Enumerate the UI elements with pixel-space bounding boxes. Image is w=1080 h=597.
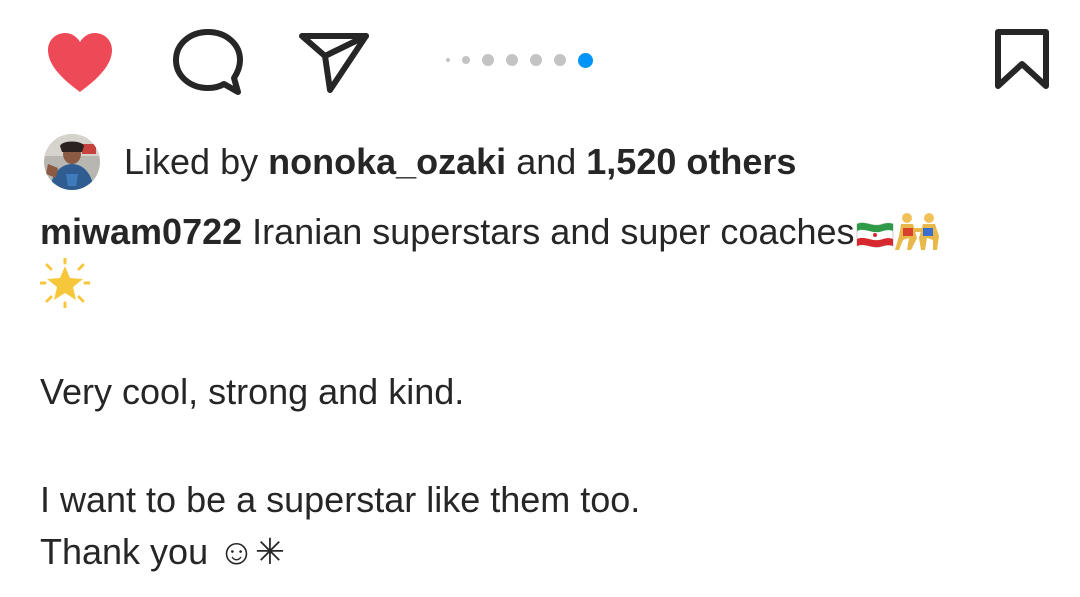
likes-prefix: Liked by — [124, 141, 259, 182]
bookmark-icon — [995, 29, 1049, 89]
caption-gap — [40, 310, 1050, 366]
carousel-dot-active — [578, 52, 593, 68]
like-button[interactable] — [44, 30, 116, 96]
share-button[interactable] — [298, 30, 370, 94]
likes-count[interactable]: 1,520 others — [586, 141, 796, 182]
comment-bubble-icon — [173, 29, 243, 95]
heart-filled-icon — [48, 33, 112, 92]
likes-text: Liked by nonoka_ozaki and 1,520 others — [124, 134, 796, 190]
post-caption: miwam0722 Iranian superstars and super c… — [38, 206, 1050, 578]
caption-gap — [40, 418, 1050, 474]
carousel-dot — [506, 54, 518, 66]
carousel-dot — [446, 58, 450, 62]
carousel-dot — [554, 54, 566, 66]
carousel-dot — [462, 56, 470, 64]
glowing-star-icon — [38, 256, 92, 322]
carousel-dot — [482, 54, 494, 66]
likes-summary: Liked by nonoka_ozaki and 1,520 others — [44, 134, 796, 190]
carousel-dot — [530, 54, 542, 66]
wrestlers-icon — [894, 210, 941, 266]
post-action-bar — [0, 0, 1080, 130]
caption-username[interactable]: miwam0722 — [40, 211, 242, 252]
avatar-photo-icon — [44, 134, 100, 190]
caption-text-line1: Iranian superstars and super coaches — [252, 211, 855, 252]
paper-plane-icon — [299, 33, 369, 93]
likes-conjunction: and — [516, 141, 577, 182]
carousel-indicator — [446, 52, 605, 68]
caption-line3: I want to be a superstar like them too. — [40, 479, 641, 520]
liker-username[interactable]: nonoka_ozaki — [268, 141, 506, 182]
comment-button[interactable] — [172, 28, 244, 98]
save-button[interactable] — [990, 28, 1054, 92]
caption-line2: Very cool, strong and kind. — [40, 371, 465, 412]
caption-first-line: miwam0722 Iranian superstars and super c… — [40, 206, 1050, 258]
liker-avatar[interactable] — [44, 134, 100, 190]
iran-flag-icon — [855, 214, 895, 266]
caption-line4: Thank you ☺✳ — [40, 531, 286, 572]
